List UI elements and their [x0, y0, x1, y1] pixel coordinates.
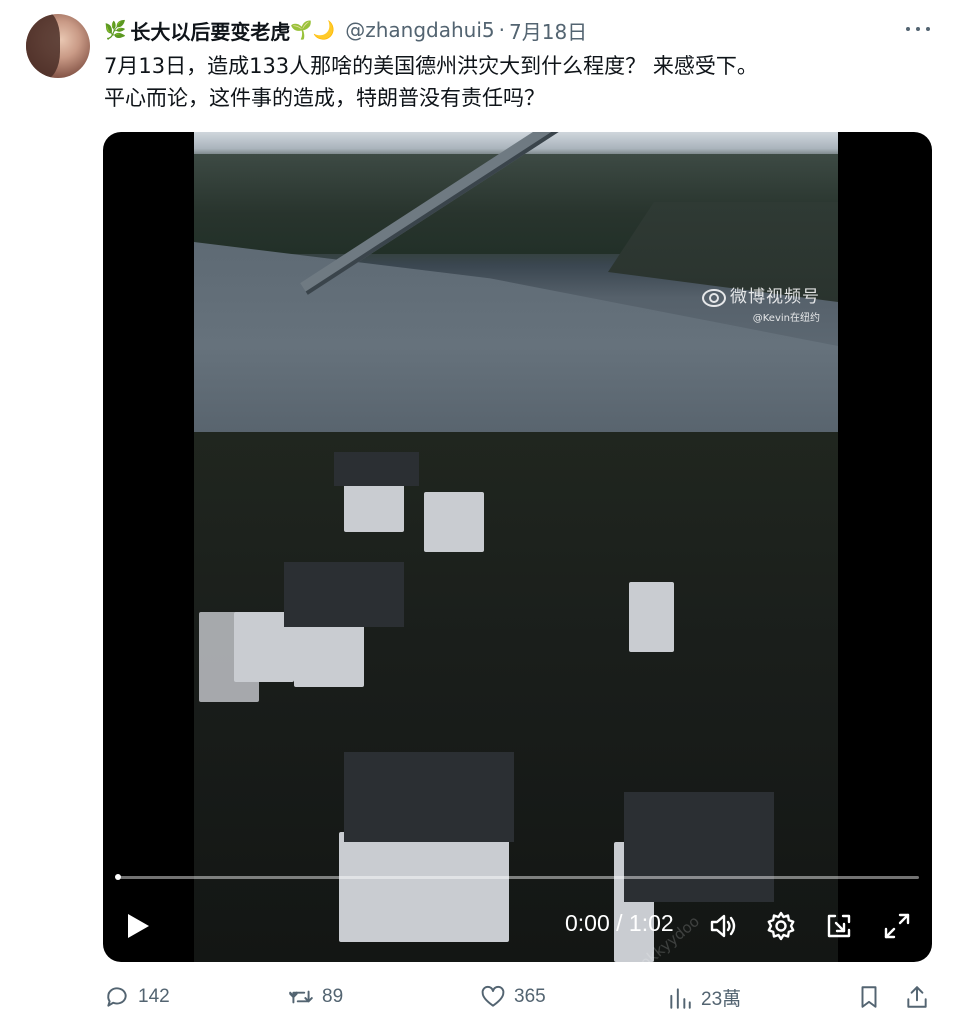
play-icon[interactable]: [125, 912, 153, 940]
pip-icon[interactable]: [823, 910, 855, 942]
share-button[interactable]: [904, 984, 930, 1010]
video-time: 0:00 / 1:02: [565, 910, 674, 936]
settings-icon[interactable]: [765, 910, 797, 942]
like-button[interactable]: 365: [480, 984, 546, 1010]
herb-emoji: 🌿: [104, 19, 127, 41]
author-avatar[interactable]: [26, 14, 90, 78]
weibo-logo-icon: [700, 285, 726, 307]
tweet-text-line-2: 平心而论，这件事的造成，特朗普没有责任吗？: [104, 86, 545, 110]
weibo-watermark: 微博视频号 @Kevin在纽约: [700, 282, 820, 324]
video-progress-knob[interactable]: [115, 874, 121, 880]
reply-count: 142: [138, 986, 170, 1007]
tweet-date[interactable]: 7月18日: [509, 16, 587, 45]
fullscreen-icon[interactable]: [881, 910, 913, 942]
watermark-title: 微博视频号: [730, 287, 820, 307]
video-frame: [194, 132, 838, 962]
tweet-text-line-1: 7月13日，造成133人那啥的美国德州洪灾大到什么程度？ 来感受下。: [104, 54, 758, 78]
author-handle[interactable]: @zhangdahui5: [345, 18, 494, 42]
author-display-name[interactable]: 长大以后要变老虎: [130, 16, 290, 45]
tweet-actions: 142 89 365 23萬: [0, 980, 960, 1016]
separator-dot: ·: [498, 18, 505, 42]
more-horizontal-icon[interactable]: [906, 22, 930, 36]
view-count: 23萬: [701, 989, 742, 1010]
views-button[interactable]: 23萬: [667, 984, 741, 1011]
bookmark-button[interactable]: [856, 984, 882, 1010]
sprout-moon-emoji: 🌱🌙: [290, 19, 336, 41]
repost-button[interactable]: 89: [288, 984, 343, 1010]
repost-icon: [289, 990, 313, 1004]
volume-icon[interactable]: [707, 910, 739, 942]
reply-button[interactable]: 142: [104, 984, 170, 1010]
reply-icon: [107, 987, 127, 1007]
bookmark-icon: [861, 986, 877, 1008]
heart-icon: [481, 985, 505, 1007]
tweet-header: 🌿 长大以后要变老虎 🌱🌙 @zhangdahui5 · 7月18日: [104, 16, 940, 44]
video-controls: 0:00 / 1:02: [103, 900, 932, 952]
video-player[interactable]: 微博视频号 @Kevin在纽约 Sooookkyydoo: [103, 132, 932, 962]
share-icon: [907, 986, 927, 1008]
tweet-text: 7月13日，造成133人那啥的美国德州洪灾大到什么程度？ 来感受下。 平心而论，…: [104, 50, 924, 114]
watermark-sub: @Kevin在纽约: [752, 313, 820, 324]
views-chart-icon: [670, 987, 691, 1009]
repost-count: 89: [322, 986, 344, 1007]
video-progress-bar[interactable]: [115, 874, 919, 880]
like-count: 365: [514, 986, 546, 1007]
